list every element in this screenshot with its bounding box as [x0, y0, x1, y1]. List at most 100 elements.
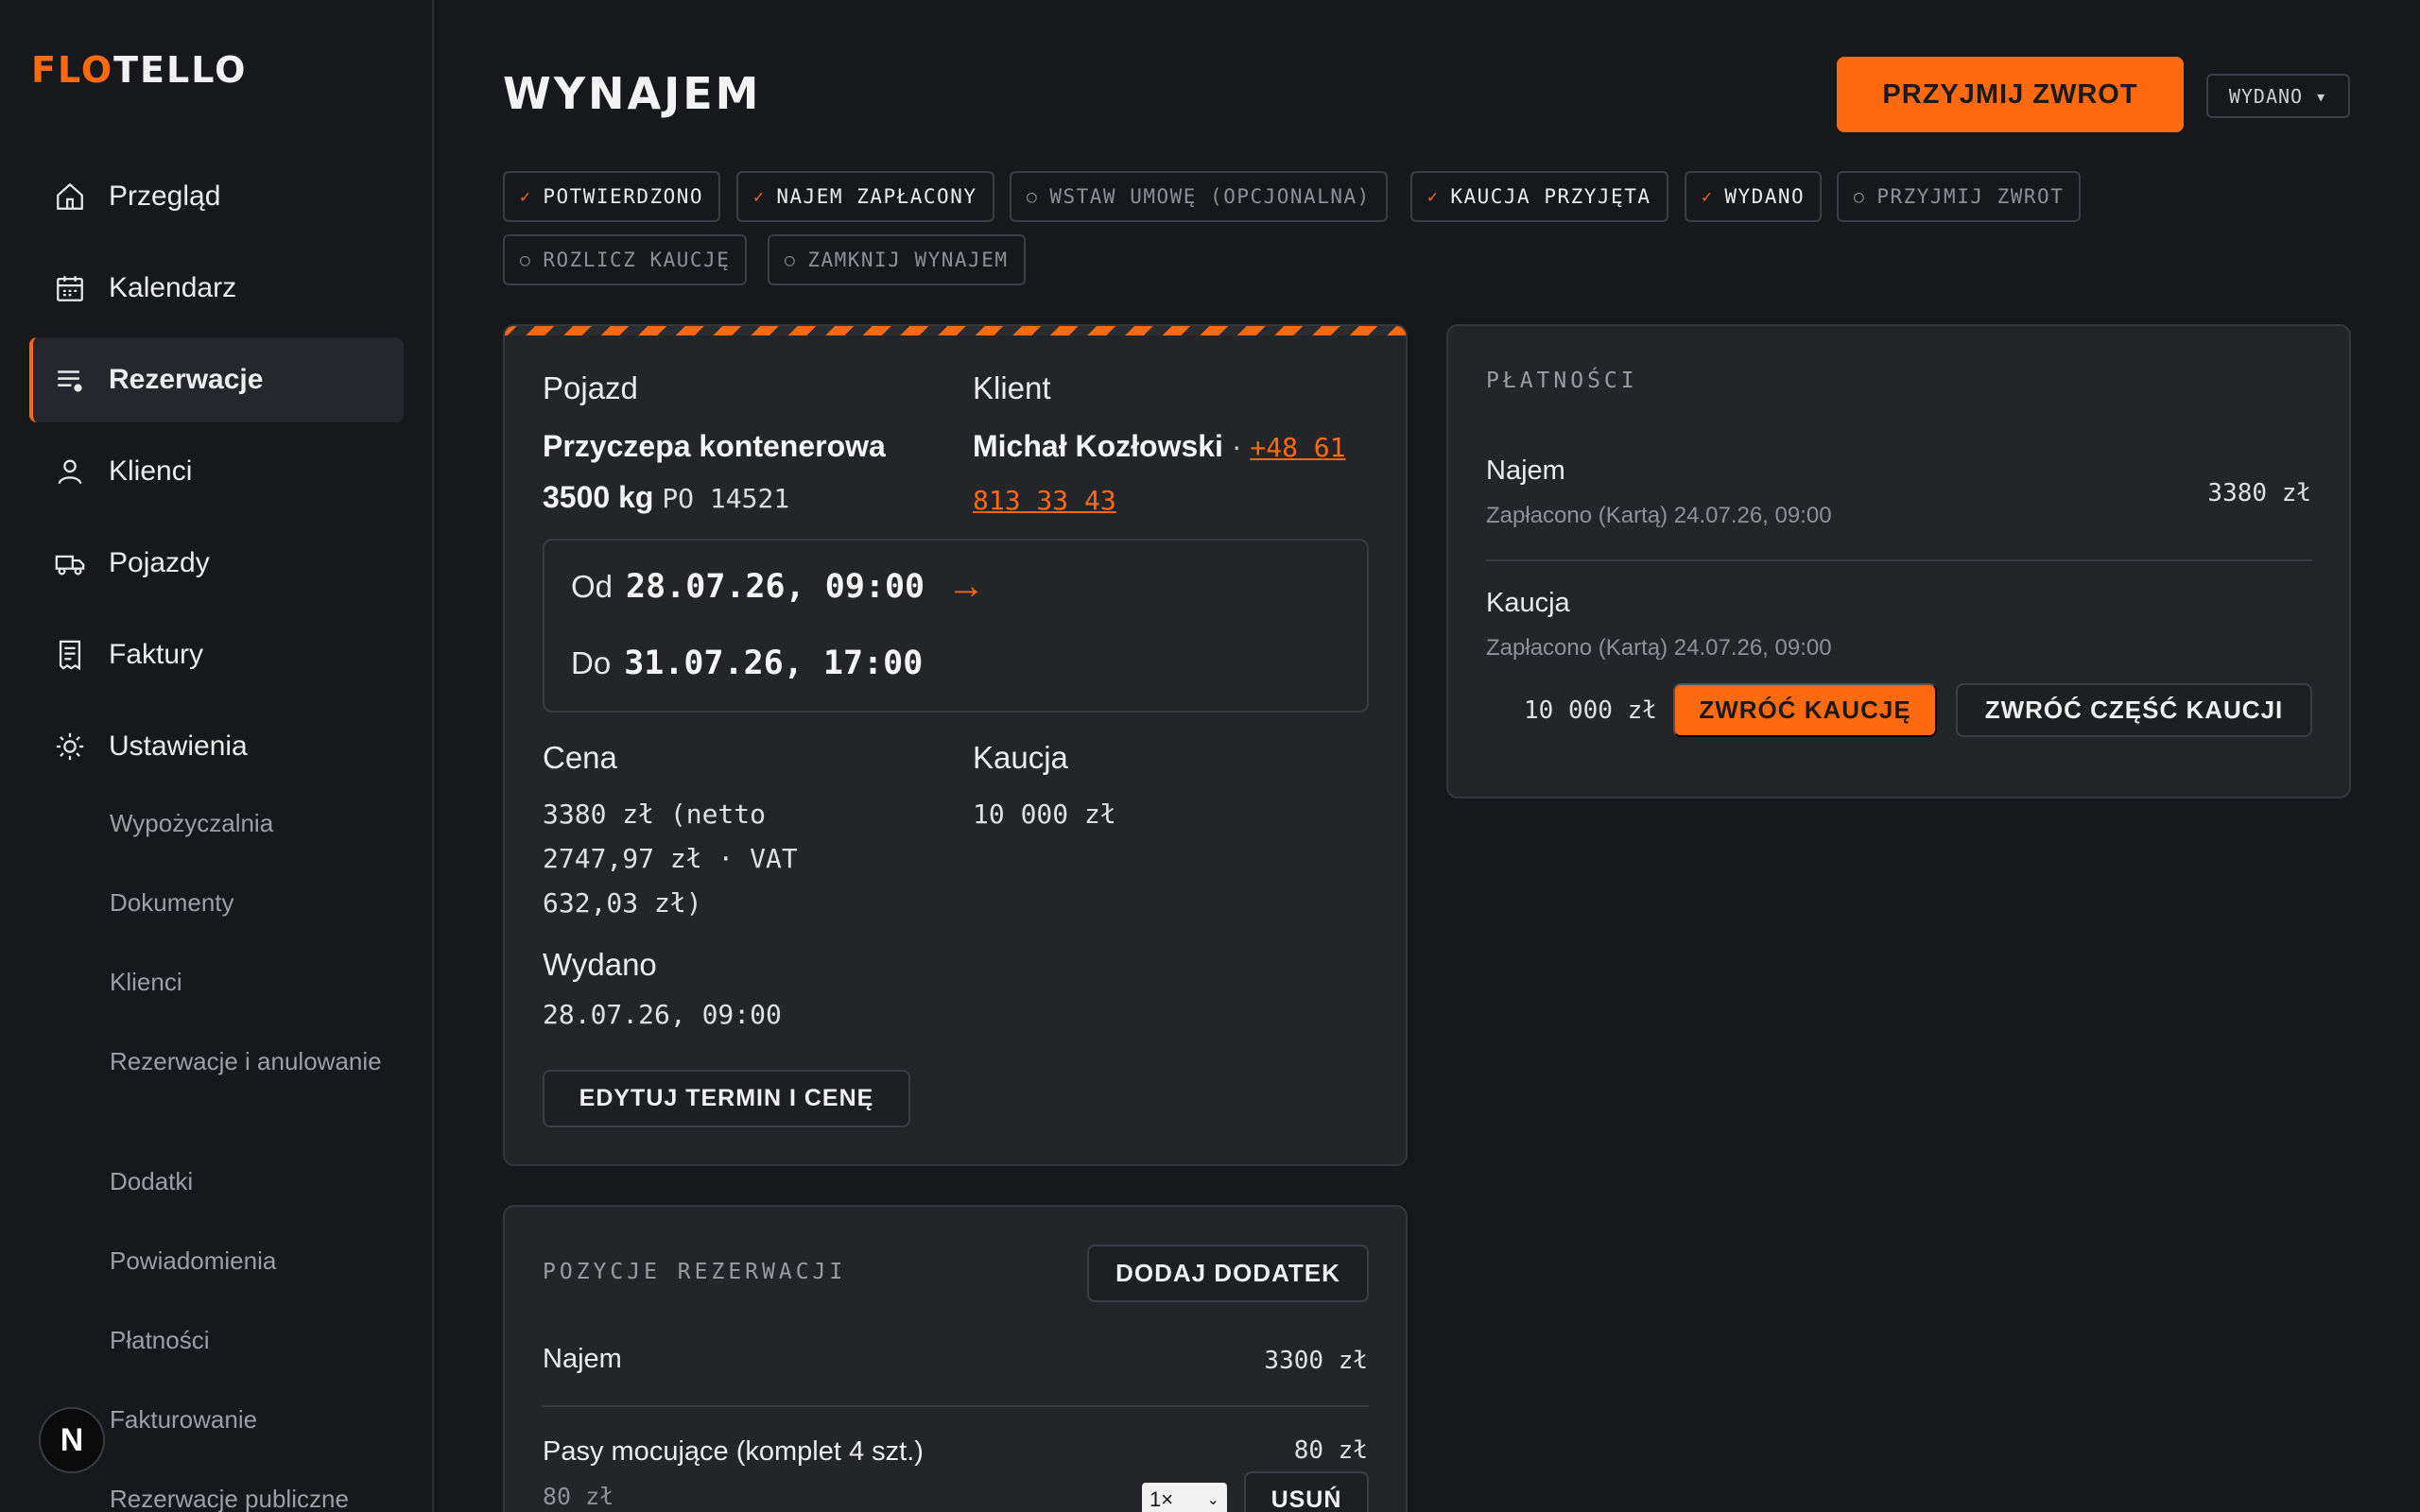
quantity-value: 1×: [1150, 1487, 1174, 1511]
vehicle-plate: PO 14521: [662, 483, 790, 514]
avatar[interactable]: N: [39, 1407, 105, 1473]
page-title: WYNAJEM: [503, 68, 762, 119]
subnav-powiadomienia[interactable]: Powiadomienia: [110, 1241, 412, 1320]
list-icon: [58, 370, 82, 392]
step-label: KAUCJA PRZYJĘTA: [1450, 185, 1651, 208]
subnav-fakturowanie[interactable]: Fakturowanie: [110, 1400, 412, 1479]
subnav-dokumenty[interactable]: Dokumenty: [110, 883, 412, 962]
step-label: WYDANO: [1724, 185, 1806, 208]
issued-value: 28.07.26, 09:00: [543, 999, 782, 1030]
nav-item-faktury[interactable]: Faktury: [29, 612, 404, 697]
step-przyjmij-zwrot[interactable]: ○ PRZYJMIJ ZWROT: [1837, 171, 2082, 222]
user-icon: [58, 459, 82, 485]
add-extra-button[interactable]: DODAJ DODATEK: [1087, 1245, 1369, 1302]
nav-item-klienci[interactable]: Klienci: [29, 429, 404, 514]
to-prefix: Do: [571, 645, 612, 680]
nav-item-przeglad[interactable]: Przegląd: [29, 154, 404, 239]
step-potwierdzono[interactable]: ✓ POTWIERDZONO: [503, 171, 721, 222]
status-dropdown[interactable]: WYDANO ▾: [2206, 74, 2350, 118]
phone-part: +48 61: [1250, 432, 1346, 463]
subnav-rezerwacje-anulowanie[interactable]: Rezerwacje i anulowanie: [110, 1041, 412, 1161]
from-value: 28.07.26, 09:00: [626, 567, 925, 606]
step-label: WSTAW UMOWĘ (OPCJONALNA): [1049, 185, 1371, 208]
step-rozlicz-kaucje[interactable]: ○ ROZLICZ KAUCJĘ: [503, 234, 748, 285]
quantity-select[interactable]: 1× ⌄: [1142, 1483, 1227, 1512]
client-label: Klient: [973, 370, 1051, 405]
step-kaucja-przyjeta[interactable]: ✓ KAUCJA PRZYJĘTA: [1410, 171, 1668, 222]
vehicle-name[interactable]: Przyczepa kontenerowa: [543, 429, 886, 463]
payments-card: PŁATNOŚCI Najem Zapłacono (Kartą) 24.07.…: [1446, 324, 2351, 799]
item-unit-price: 80 zł: [543, 1483, 614, 1510]
step-label: POTWIERDZONO: [543, 185, 704, 208]
check-icon: ✓: [1427, 186, 1440, 207]
items-title: POZYCJE REZERWACJI: [543, 1260, 847, 1284]
home-icon: [57, 182, 83, 210]
settings-subnav: Wypożyczalnia Dokumenty Klienci Rezerwac…: [110, 803, 412, 1512]
item-name: Pasy mocujące (komplet 4 szt.): [543, 1436, 924, 1467]
phone-part: 813 33 43: [973, 485, 1116, 516]
deposit-label: Kaucja: [973, 740, 1068, 775]
divider: [1486, 559, 2312, 561]
subnav-dodatki[interactable]: Dodatki: [110, 1161, 412, 1241]
calendar-icon: [57, 276, 83, 301]
step-najem-zaplacony[interactable]: ✓ NAJEM ZAPŁACONY: [736, 171, 994, 222]
check-icon: ✓: [520, 186, 532, 207]
payment-deposit-amount: 10 000 zł: [1524, 696, 1657, 725]
from-prefix: Od: [571, 568, 614, 604]
check-icon: ✓: [1702, 186, 1714, 207]
payment-deposit-label: Kaucja: [1486, 588, 1570, 618]
price-details: 3380 zł (netto 2747,97 zł · VAT 632,03 z…: [543, 792, 798, 925]
nav-item-kalendarz[interactable]: Kalendarz: [29, 246, 404, 331]
deposit-value: 10 000 zł: [973, 799, 1116, 830]
item-name: Najem: [543, 1344, 622, 1374]
circle-icon: ○: [520, 249, 532, 270]
truck-icon: [55, 555, 85, 576]
payment-rent-amount: 3380 zł: [2207, 479, 2311, 507]
to-value: 31.07.26, 17:00: [624, 644, 924, 682]
step-label: NAJEM ZAPŁACONY: [776, 185, 977, 208]
payment-deposit-status: Zapłacono (Kartą) 24.07.26, 09:00: [1486, 635, 1832, 661]
circle-icon: ○: [785, 249, 797, 270]
nav-item-rezerwacje[interactable]: Rezerwacje: [29, 337, 404, 422]
step-zamknij-wynajem[interactable]: ○ ZAMKNIJ WYNAJEM: [768, 234, 1026, 285]
payments-title: PŁATNOŚCI: [1486, 369, 1638, 393]
price-label: Cena: [543, 740, 617, 775]
date-from: Od 28.07.26, 09:00 →: [571, 565, 985, 608]
remove-item-button[interactable]: USUŃ: [1244, 1471, 1369, 1512]
nav-label: Klienci: [109, 455, 193, 487]
divider: [543, 1405, 1369, 1407]
step-wstaw-umowe[interactable]: ○ WSTAW UMOWĘ (OPCJONALNA): [1010, 171, 1388, 222]
rental-card: Pojazd Przyczepa kontenerowa 3500 kg PO …: [503, 324, 1408, 1166]
subnav-klienci[interactable]: Klienci: [110, 962, 412, 1041]
nav-label: Pojazdy: [109, 547, 210, 578]
return-deposit-button[interactable]: ZWRÓĆ KAUCJĘ: [1673, 683, 1937, 737]
subnav-wypozyczalnia[interactable]: Wypożyczalnia: [110, 803, 412, 883]
subnav-rezerwacje-publiczne[interactable]: Rezerwacje publiczne: [110, 1479, 412, 1512]
nav-label: Przegląd: [109, 180, 221, 212]
price-line: 632,03 zł): [543, 887, 702, 919]
nav-label: Faktury: [109, 639, 204, 670]
circle-icon: ○: [1027, 186, 1039, 207]
nav-item-ustawienia[interactable]: Ustawienia: [29, 704, 404, 789]
date-to: Do 31.07.26, 17:00: [571, 644, 923, 682]
logo-part-white: TELLO: [113, 49, 248, 91]
chevron-down-icon: ⌄: [1206, 1492, 1219, 1508]
nav-label: Ustawienia: [109, 730, 248, 762]
nav-label: Rezerwacje: [109, 364, 264, 395]
nav-item-pojazdy[interactable]: Pojazdy: [29, 521, 404, 606]
step-label: ZAMKNIJ WYNAJEM: [807, 249, 1009, 271]
accept-return-button[interactable]: PRZYJMIJ ZWROT: [1837, 57, 2184, 132]
client-name[interactable]: Michał Kozłowski: [973, 429, 1223, 463]
hazard-stripe: [505, 326, 1406, 335]
issued-label: Wydano: [543, 947, 657, 982]
app-logo[interactable]: FLOTELLO: [31, 49, 247, 91]
payment-rent-status: Zapłacono (Kartą) 24.07.26, 09:00: [1486, 503, 1832, 528]
client-info: Michał Kozłowski · +48 61 813 33 43: [973, 421, 1389, 526]
step-label: ROZLICZ KAUCJĘ: [543, 249, 731, 271]
step-wydano[interactable]: ✓ WYDANO: [1685, 171, 1823, 222]
circle-icon: ○: [1854, 186, 1866, 207]
edit-date-price-button[interactable]: EDYTUJ TERMIN I CENĘ: [543, 1070, 910, 1127]
separator-dot: ·: [1231, 429, 1242, 463]
subnav-platnosci[interactable]: Płatności: [110, 1320, 412, 1400]
return-part-deposit-button[interactable]: ZWRÓĆ CZĘŚĆ KAUCJI: [1956, 683, 2312, 737]
